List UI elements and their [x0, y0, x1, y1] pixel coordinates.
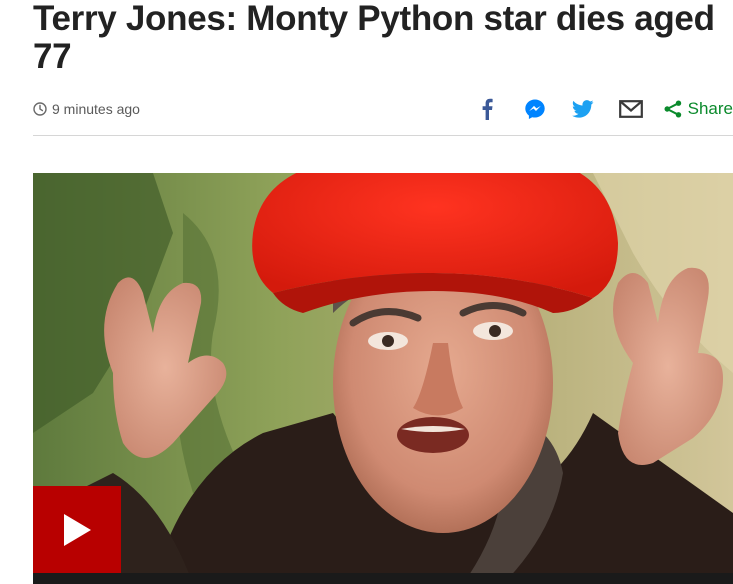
divider — [33, 135, 733, 136]
share-label: Share — [687, 99, 733, 118]
article-page: Terry Jones: Monty Python star dies aged… — [0, 0, 733, 584]
clock-icon — [33, 102, 47, 116]
article-meta: 9 minutes ago Share — [33, 92, 733, 126]
share-icon — [664, 100, 681, 118]
play-icon — [64, 513, 91, 546]
article-headline: Terry Jones: Monty Python star dies aged… — [33, 0, 715, 76]
timestamp-text: 9 minutes ago — [52, 101, 140, 117]
email-icon[interactable] — [618, 96, 644, 122]
media-bar — [33, 573, 733, 584]
twitter-icon[interactable] — [570, 96, 596, 122]
play-button[interactable] — [33, 486, 121, 573]
share-button[interactable]: Share — [664, 99, 733, 119]
facebook-icon[interactable] — [474, 96, 500, 122]
share-tools: Share — [474, 96, 733, 122]
messenger-icon[interactable] — [522, 96, 548, 122]
timestamp: 9 minutes ago — [33, 101, 140, 117]
video-thumbnail[interactable] — [33, 173, 733, 584]
